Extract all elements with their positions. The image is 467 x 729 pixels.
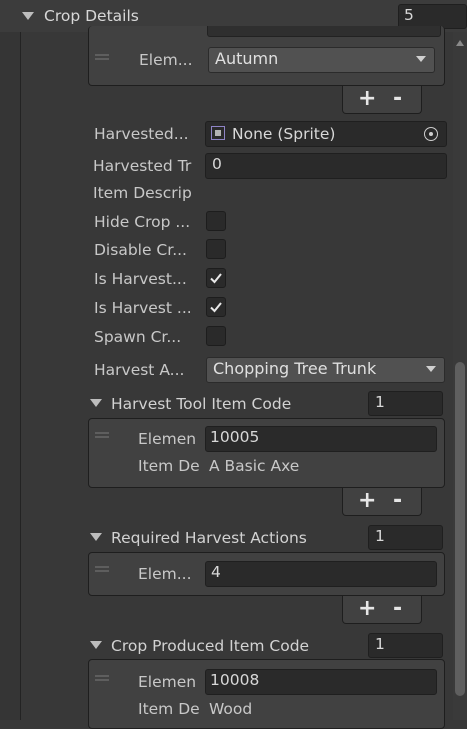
drag-handle-icon[interactable] bbox=[95, 675, 109, 681]
add-element-button[interactable]: + bbox=[358, 597, 376, 621]
crop-produced-list-box: Elemen 10008 Item De Wood bbox=[88, 659, 445, 729]
scrollbar-thumb[interactable] bbox=[455, 362, 465, 696]
crop-produced-element-field[interactable]: 10008 bbox=[205, 669, 437, 695]
required-actions-title: Required Harvest Actions bbox=[111, 529, 307, 547]
required-actions-expand-icon[interactable] bbox=[90, 533, 102, 541]
prev-element-field-edge bbox=[207, 26, 441, 37]
drag-handle-icon[interactable] bbox=[95, 566, 109, 572]
harvest-action-value: Chopping Tree Trunk bbox=[213, 359, 377, 378]
harvest-action-dropdown[interactable]: Chopping Tree Trunk bbox=[206, 357, 445, 383]
season-element-label: Elem... bbox=[139, 51, 193, 69]
is-harvested-label-1: Is Harvest... bbox=[94, 270, 187, 288]
harvest-tool-list-box: Elemen 10005 Item De A Basic Axe bbox=[88, 418, 445, 488]
required-actions-size-field[interactable]: 1 bbox=[368, 525, 443, 550]
crop-produced-desc-value: Wood bbox=[209, 700, 253, 718]
is-harvested-label-2: Is Harvest ... bbox=[94, 299, 192, 317]
spawn-crop-label: Spawn Cr... bbox=[94, 328, 182, 346]
crop-details-title: Crop Details bbox=[44, 7, 139, 25]
required-actions-element-label: Elem... bbox=[138, 565, 192, 583]
required-actions-list-buttons: + - bbox=[342, 596, 422, 624]
hide-crop-label: Hide Crop ... bbox=[94, 213, 191, 231]
indent-line bbox=[20, 32, 21, 720]
spawn-crop-checkbox[interactable] bbox=[206, 326, 226, 346]
harvested-transform-field[interactable]: 0 bbox=[205, 153, 447, 179]
harvest-tool-expand-icon[interactable] bbox=[90, 399, 102, 407]
scrollbar-track[interactable] bbox=[453, 32, 467, 720]
harvest-action-label: Harvest A... bbox=[94, 361, 185, 379]
item-description-label: Item Descrip bbox=[93, 184, 192, 202]
harvest-tool-element-label: Elemen bbox=[138, 430, 197, 448]
drag-handle-icon[interactable] bbox=[95, 54, 109, 60]
remove-element-button[interactable]: - bbox=[393, 489, 402, 513]
harvest-tool-title: Harvest Tool Item Code bbox=[111, 395, 292, 413]
seasons-list-buttons: + - bbox=[342, 86, 422, 114]
disable-crop-label: Disable Cr... bbox=[94, 241, 187, 259]
disable-crop-checkbox[interactable] bbox=[206, 239, 226, 259]
crop-produced-title: Crop Produced Item Code bbox=[111, 637, 310, 655]
add-element-button[interactable]: + bbox=[358, 489, 376, 513]
required-actions-list-box: Elem... 4 bbox=[88, 552, 445, 596]
seasons-list-box: Elem... Autumn bbox=[88, 26, 445, 86]
harvest-tool-desc-label: Item De bbox=[138, 457, 200, 475]
harvest-tool-element-field[interactable]: 10005 bbox=[205, 426, 437, 452]
season-dropdown[interactable]: Autumn bbox=[208, 47, 435, 73]
add-element-button[interactable]: + bbox=[358, 87, 376, 111]
harvest-tool-list-buttons: + - bbox=[342, 488, 422, 516]
chevron-down-icon bbox=[416, 56, 426, 62]
harvested-sprite-value: None (Sprite) bbox=[232, 125, 336, 143]
crop-produced-element-label: Elemen bbox=[138, 673, 197, 691]
is-harvested-checkbox-1[interactable] bbox=[206, 268, 226, 288]
crop-produced-expand-icon[interactable] bbox=[90, 641, 102, 649]
left-gutter bbox=[0, 32, 20, 720]
sprite-icon bbox=[211, 126, 225, 140]
harvest-tool-size-field[interactable]: 1 bbox=[368, 391, 443, 416]
harvested-sprite-label: Harvested... bbox=[94, 125, 189, 143]
chevron-down-icon bbox=[426, 366, 436, 372]
scrollbar-up-arrow-icon[interactable] bbox=[456, 40, 464, 46]
checkmark-icon bbox=[210, 273, 222, 284]
harvested-sprite-object-field[interactable]: None (Sprite) bbox=[205, 121, 447, 147]
season-dropdown-value: Autumn bbox=[215, 49, 279, 68]
is-harvested-checkbox-2[interactable] bbox=[206, 297, 226, 317]
checkmark-icon bbox=[210, 302, 222, 313]
required-actions-element-field[interactable]: 4 bbox=[205, 561, 437, 587]
object-picker-icon[interactable] bbox=[424, 127, 438, 141]
crop-produced-desc-label: Item De bbox=[138, 700, 200, 718]
hide-crop-checkbox[interactable] bbox=[206, 211, 226, 231]
drag-handle-icon[interactable] bbox=[95, 432, 109, 438]
crop-produced-size-field[interactable]: 1 bbox=[368, 633, 443, 658]
expand-triangle-icon[interactable] bbox=[22, 12, 34, 20]
remove-element-button[interactable]: - bbox=[393, 597, 402, 621]
remove-element-button[interactable]: - bbox=[393, 87, 402, 111]
harvested-transform-label: Harvested Tr bbox=[93, 157, 192, 175]
harvest-tool-desc-value: A Basic Axe bbox=[209, 457, 300, 475]
